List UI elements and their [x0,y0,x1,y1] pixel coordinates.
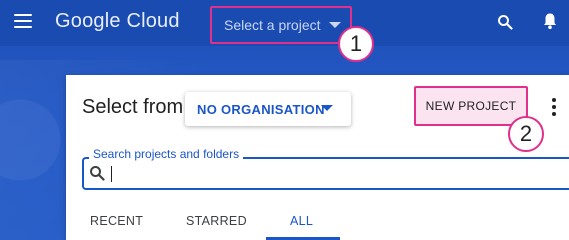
tab-all[interactable]: ALL [290,214,313,228]
dialog-title: Select from [82,96,184,118]
callout-badge-2: 2 [508,116,544,152]
project-selector-dialog: Select from NO ORGANISATION NEW PROJECT … [66,75,569,240]
search-input-label: Search projects and folders [89,147,244,161]
app-logo[interactable]: Google Cloud [55,10,180,33]
tab-starred[interactable]: STARRED [186,214,247,228]
search-icon [90,166,105,181]
new-project-button[interactable]: NEW PROJECT [414,86,528,126]
caret-down-icon [321,105,333,111]
organisation-select-label: NO ORGANISATION [197,101,325,117]
text-cursor [111,166,112,182]
project-picker-label: Select a project [224,17,321,33]
search-icon[interactable] [497,14,513,30]
callout-badge-1: 1 [338,26,374,62]
search-input[interactable] [82,157,569,190]
caret-down-icon [329,22,341,28]
menu-icon[interactable] [14,14,32,30]
bell-icon[interactable] [542,12,558,30]
organisation-select[interactable]: NO ORGANISATION [185,92,351,126]
top-app-bar: Google Cloud Select a project [0,0,569,46]
more-options-icon[interactable] [551,98,557,116]
tab-recent[interactable]: RECENT [90,214,143,228]
tab-bar: RECENT STARRED ALL [66,203,569,240]
project-picker-button[interactable]: Select a project [210,6,352,44]
